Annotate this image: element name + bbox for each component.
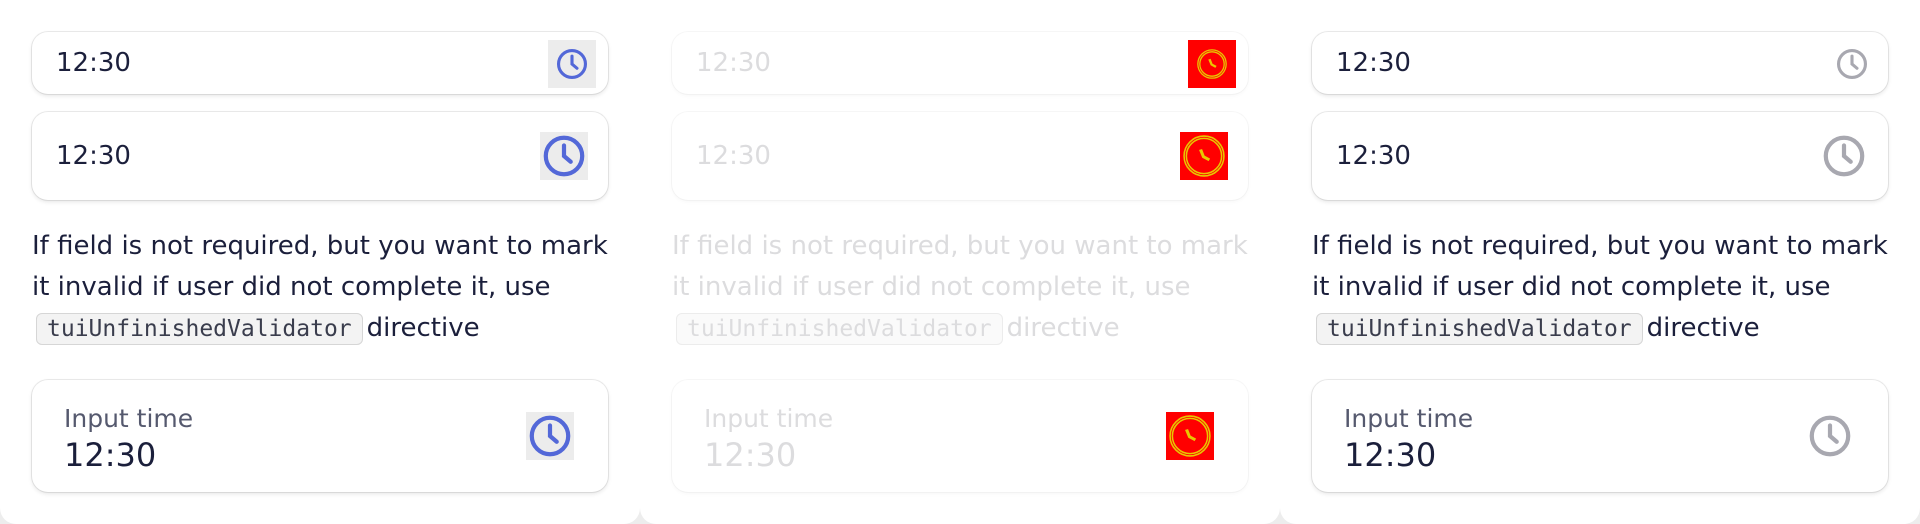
time-value[interactable]: 12:30 [1336, 141, 1411, 171]
time-value[interactable]: 12:30 [64, 436, 156, 474]
time-input-medium[interactable]: 12:30 [32, 112, 608, 200]
time-input-medium[interactable]: 12:30 [1312, 112, 1888, 200]
time-input-small[interactable]: 12:30 [1312, 32, 1888, 94]
panel-disabled: 12:30 12:30 If field is not required, bu… [640, 0, 1280, 524]
input-label: Input time [1344, 404, 1474, 433]
hint-text: If field is not required, but you want t… [672, 226, 1252, 350]
time-input-small: 12:30 [672, 32, 1248, 94]
input-label: Input time [704, 404, 834, 433]
code-snippet: tuiUnfinishedValidator [676, 313, 1003, 345]
clock-icon[interactable] [540, 132, 588, 180]
time-value: 12:30 [704, 436, 797, 474]
time-value: 12:30 [696, 141, 771, 171]
panel-default: 12:30 12:30 If field is not required, bu… [0, 0, 640, 524]
clock-icon[interactable] [1828, 40, 1876, 88]
hint-text-part: directive [1646, 313, 1760, 343]
hint-text-part: directive [366, 313, 480, 343]
time-input-large[interactable]: Input time 12:30 [32, 380, 608, 492]
clock-icon[interactable] [526, 412, 574, 460]
hint-text: If field is not required, but you want t… [32, 226, 612, 350]
hint-text-part: If field is not required, but you want t… [32, 231, 608, 302]
time-value[interactable]: 12:30 [56, 141, 131, 171]
clock-icon[interactable] [1820, 132, 1868, 180]
clock-icon [1180, 132, 1228, 180]
hint-text-part: directive [1006, 313, 1120, 343]
code-snippet: tuiUnfinishedValidator [36, 313, 363, 345]
hint-text-part: If field is not required, but you want t… [1312, 231, 1888, 302]
time-value: 12:30 [696, 48, 771, 78]
clock-icon[interactable] [548, 40, 596, 88]
hint-text: If field is not required, but you want t… [1312, 226, 1892, 350]
time-value[interactable]: 12:30 [1344, 436, 1436, 474]
time-value[interactable]: 12:30 [1336, 48, 1411, 78]
clock-icon[interactable] [1806, 412, 1854, 460]
time-input-small[interactable]: 12:30 [32, 32, 608, 94]
time-input-medium: 12:30 [672, 112, 1248, 200]
clock-icon [1166, 412, 1214, 460]
code-snippet: tuiUnfinishedValidator [1316, 313, 1643, 345]
time-input-large: Input time 12:30 [672, 380, 1248, 492]
time-value[interactable]: 12:30 [56, 48, 131, 78]
clock-icon [1188, 40, 1236, 88]
hint-text-part: If field is not required, but you want t… [672, 231, 1248, 302]
time-input-large[interactable]: Input time 12:30 [1312, 380, 1888, 492]
panel-readonly: 12:30 12:30 If field is not required, bu… [1280, 0, 1920, 524]
input-label: Input time [64, 404, 194, 433]
